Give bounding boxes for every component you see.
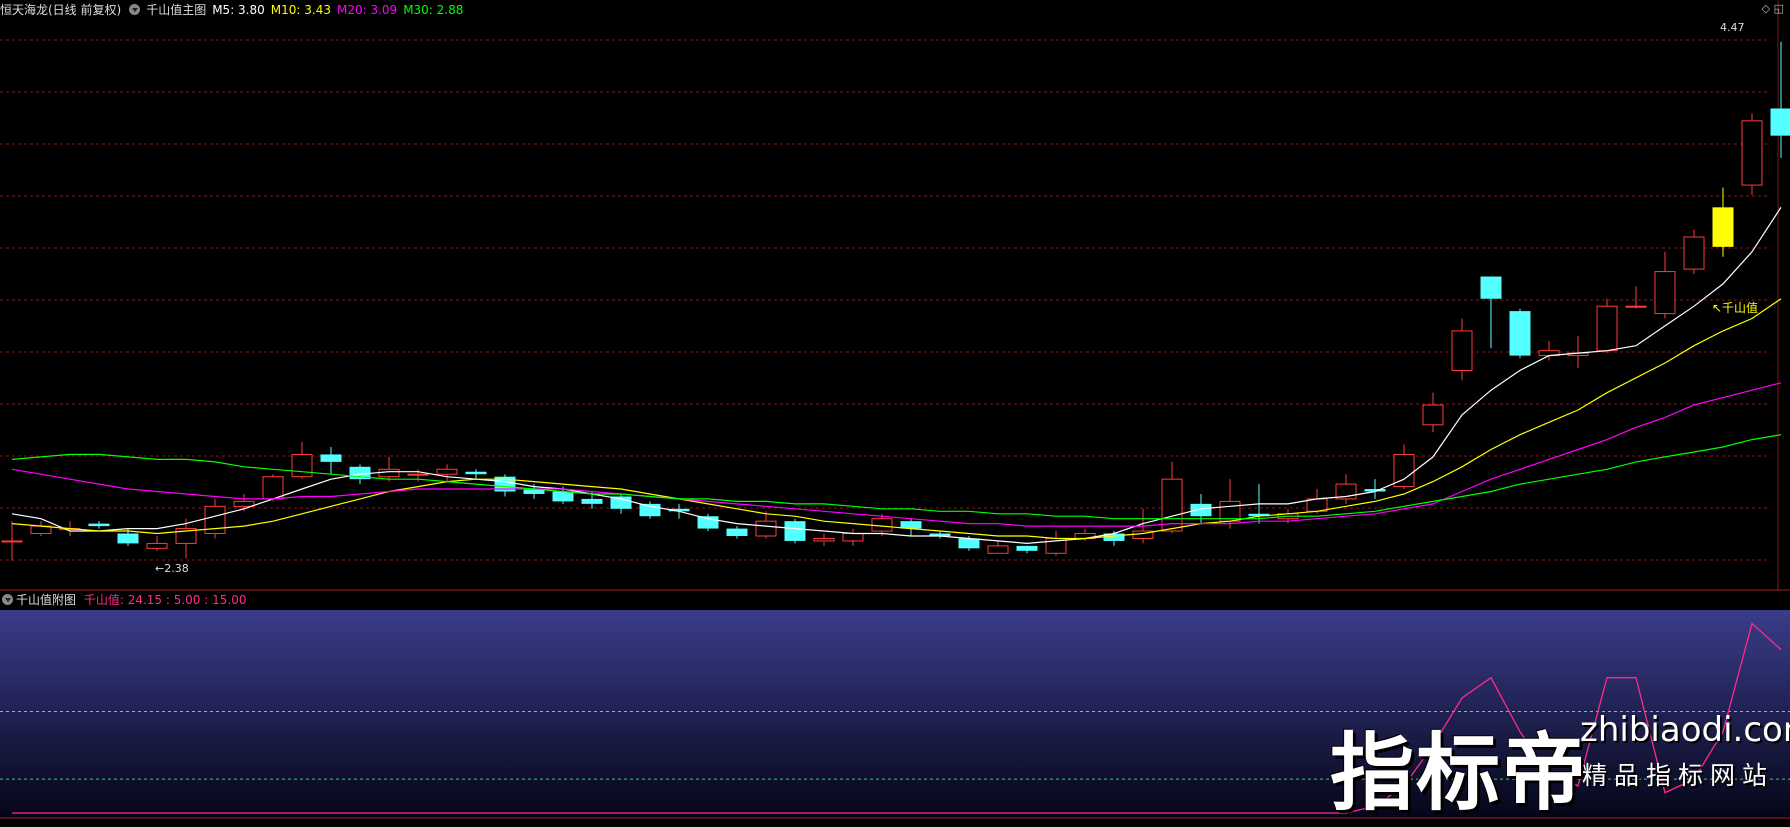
stock-title: 恒天海龙(日线 前复权) — [0, 3, 121, 17]
candle-body — [959, 538, 980, 548]
candle — [437, 464, 457, 481]
candle-body — [698, 516, 719, 528]
candle-body — [379, 469, 399, 476]
candle-body — [553, 492, 574, 502]
candle-body — [2, 541, 22, 542]
candle — [1713, 188, 1734, 257]
candle-body — [872, 519, 892, 531]
watermark-domain: zhibiaodi.com — [1580, 710, 1790, 750]
candle-body — [147, 543, 167, 548]
ma10-value: M10: 3.43 — [271, 3, 331, 17]
candle — [89, 521, 110, 528]
ma30-value: M30: 2.88 — [403, 3, 463, 17]
candle — [1742, 113, 1762, 195]
candle-body — [785, 521, 806, 541]
candle-body — [1481, 277, 1502, 299]
candle-body — [1307, 499, 1327, 511]
candle — [263, 474, 283, 501]
candle — [1539, 341, 1559, 361]
sub-indicator-name[interactable]: 千山值附图 — [16, 593, 76, 607]
candle — [147, 536, 167, 551]
candle — [1452, 319, 1472, 381]
candle — [1684, 230, 1704, 274]
candle — [814, 534, 834, 546]
qianshan-label: ↖千山值 — [1712, 300, 1758, 315]
candle-body — [756, 521, 776, 536]
candle — [1626, 286, 1646, 308]
candle-body — [727, 529, 748, 536]
candle-body — [437, 469, 457, 474]
candle — [379, 457, 399, 482]
candle-body — [1713, 207, 1734, 247]
candle-body — [843, 534, 863, 541]
candle — [1017, 546, 1038, 553]
candle — [611, 494, 632, 514]
candle — [1046, 531, 1066, 556]
candle-body — [118, 534, 139, 544]
main-candlestick-chart[interactable]: 4.47 ←2.38 ↖千山值 — [0, 0, 1790, 591]
main-chart-header: 恒天海龙(日线 前复权) 千山值主图 M5: 3.80 M10: 3.43 M20: 3… — [0, 0, 1790, 20]
candle — [495, 474, 516, 496]
candle — [321, 447, 342, 474]
candle-body — [988, 546, 1008, 553]
candle-body — [1423, 405, 1443, 425]
main-indicator-name[interactable]: 千山值主图 — [146, 3, 206, 17]
candle — [988, 541, 1008, 553]
ma5-value: M5: 3.80 — [212, 3, 265, 17]
candle-body — [466, 472, 487, 474]
sub-indicator-values: 千山值: 24.15 : 5.00 : 15.00 — [84, 593, 247, 607]
candle — [843, 529, 863, 546]
dropdown-circle-icon[interactable] — [129, 4, 140, 15]
candle-body — [1017, 546, 1038, 551]
candle — [1597, 299, 1617, 353]
candle — [2, 521, 22, 561]
candle-body — [234, 501, 254, 506]
candle-body — [582, 499, 603, 504]
candle — [1423, 393, 1443, 433]
candle — [292, 442, 312, 479]
candle — [1510, 309, 1531, 358]
candle-body — [1771, 108, 1790, 135]
candle-body — [814, 538, 834, 540]
candle — [31, 521, 51, 536]
window-control-icons[interactable]: ◇ ◱ — [1762, 2, 1784, 15]
watermark-logo: 指标帝 zhibiaodi.com 精品指标网站 — [1330, 700, 1790, 810]
candle-body — [1626, 306, 1646, 307]
candle — [1771, 42, 1790, 158]
candle-body — [1191, 504, 1212, 516]
candle — [1162, 462, 1182, 534]
low-price-label: ←2.38 — [155, 562, 189, 575]
candle — [1655, 252, 1675, 319]
candle-body — [1684, 237, 1704, 269]
candle — [901, 519, 922, 536]
candle-body — [1452, 331, 1472, 371]
candle — [727, 526, 748, 538]
candle — [1481, 277, 1502, 349]
candle — [756, 511, 776, 538]
candle-body — [408, 474, 428, 475]
candle-body — [1655, 272, 1675, 314]
candle-body — [1510, 311, 1531, 355]
candle — [466, 469, 487, 479]
candle — [1365, 479, 1386, 499]
candle-body — [263, 477, 283, 499]
watermark-title: 指标帝 — [1330, 706, 1588, 827]
high-price-label: 4.47 — [1720, 21, 1745, 34]
candle-body — [1742, 121, 1762, 185]
watermark-slogan: 精品指标网站 — [1582, 756, 1774, 792]
candle-body — [321, 454, 342, 461]
sub-chart-header: 千山值附图 千山值: 24.15 : 5.00 : 15.00 — [0, 591, 1790, 610]
candle — [1336, 474, 1356, 504]
sub-dropdown-circle-icon[interactable] — [2, 594, 13, 605]
candle-body — [292, 454, 312, 476]
candle-body — [89, 524, 110, 526]
candle — [205, 499, 225, 539]
candle — [785, 519, 806, 544]
ma20-value: M20: 3.09 — [337, 3, 397, 17]
candle-body — [1597, 306, 1617, 350]
